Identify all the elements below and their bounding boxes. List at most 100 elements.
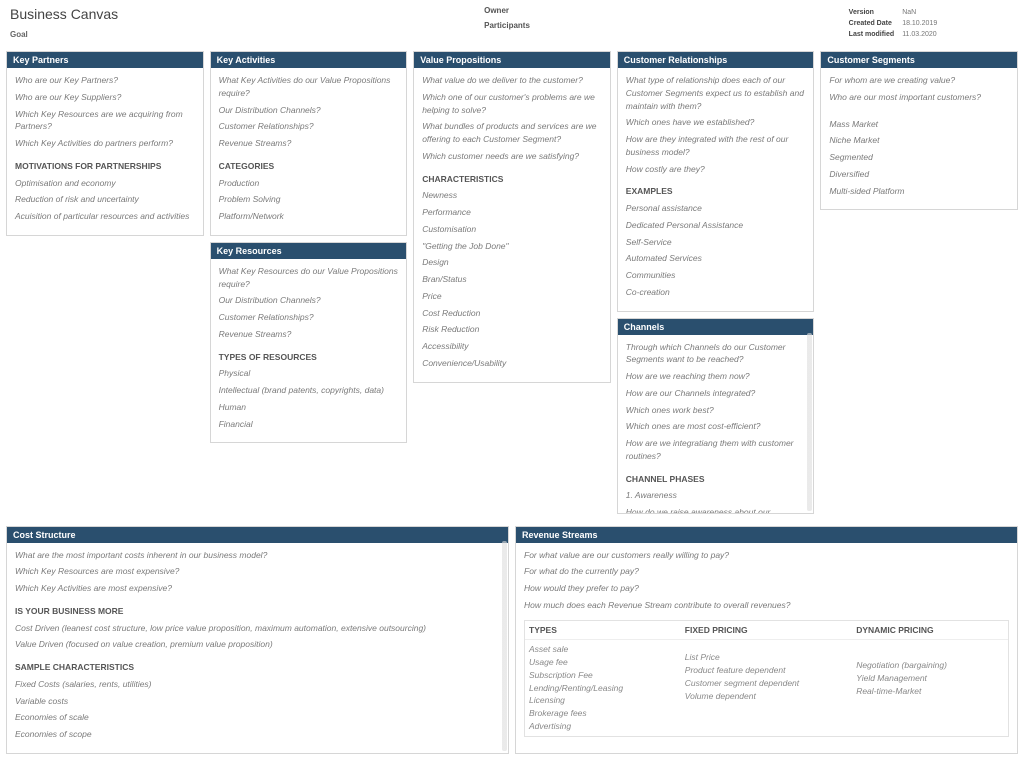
text: Our Distribution Channels? xyxy=(219,294,399,307)
text: Real-time-Market xyxy=(856,685,1004,698)
text: Segmented xyxy=(829,151,1009,164)
text: Brokerage fees xyxy=(529,707,677,720)
cell: Negotiation (bargaining) Yield Managemen… xyxy=(852,640,1008,735)
text: Accessibility xyxy=(422,340,602,353)
text: Revenue Streams? xyxy=(219,137,399,150)
text: Product feature dependent xyxy=(685,664,848,677)
subheading: MOTIVATIONS FOR PARTNERSHIPS xyxy=(15,160,195,173)
card-channels: Channels Through which Channels do our C… xyxy=(617,318,815,514)
card-body: What value do we deliver to the customer… xyxy=(414,68,610,382)
card-body: Through which Channels do our Customer S… xyxy=(618,335,814,514)
text: For what value are our customers really … xyxy=(524,549,1009,562)
text: Communities xyxy=(626,269,806,282)
text: Performance xyxy=(422,206,602,219)
text: Who are our Key Partners? xyxy=(15,74,195,87)
text: How are our Channels integrated? xyxy=(626,387,806,400)
text: Diversified xyxy=(829,168,1009,181)
header: Business Canvas Goal Owner Participants … xyxy=(0,0,1024,51)
text: Personal assistance xyxy=(626,202,806,215)
col-partners: Key Partners Who are our Key Partners? W… xyxy=(6,51,204,514)
owner-label: Owner xyxy=(484,6,847,15)
text: Economies of scale xyxy=(15,711,500,724)
text: Asset sale xyxy=(529,643,677,656)
subheading: TYPES OF RESOURCES xyxy=(219,351,399,364)
text: Customisation xyxy=(422,223,602,236)
text: Which ones have we established? xyxy=(626,116,806,129)
text: Self-Service xyxy=(626,236,806,249)
text: What Key Resources do our Value Proposit… xyxy=(219,265,399,291)
card-value-propositions: Value Propositions What value do we deli… xyxy=(413,51,611,383)
text: Financial xyxy=(219,418,399,431)
text: Acuisition of particular resources and a… xyxy=(15,210,195,223)
cell: Asset sale Usage fee Subscription Fee Le… xyxy=(525,640,681,735)
text: Who are our Key Suppliers? xyxy=(15,91,195,104)
subheading: CHANNEL PHASES xyxy=(626,473,806,486)
text: Platform/Network xyxy=(219,210,399,223)
text: What value do we deliver to the customer… xyxy=(422,74,602,87)
text: What are the most important costs inhere… xyxy=(15,549,500,562)
card-body: For whom are we creating value? Who are … xyxy=(821,68,1017,209)
text: Negotiation (bargaining) xyxy=(856,659,1004,672)
subheading: SAMPLE CHARACTERISTICS xyxy=(15,661,500,674)
card-title: Cost Structure xyxy=(7,527,508,543)
card-revenue-streams: Revenue Streams For what value are our c… xyxy=(515,526,1018,754)
text: Which Key Activities are most expensive? xyxy=(15,582,500,595)
text: Cost Driven (leanest cost structure, low… xyxy=(15,622,500,635)
text: Cost Reduction xyxy=(422,307,602,320)
card-cost-structure: Cost Structure What are the most importa… xyxy=(6,526,509,754)
card-key-resources: Key Resources What Key Resources do our … xyxy=(210,242,408,444)
text: Customer Relationships? xyxy=(219,311,399,324)
text: Value Driven (focused on value creation,… xyxy=(15,638,500,651)
header-meta: VersionNaN Created Date18.10.2019 Last m… xyxy=(847,6,1014,41)
text: Bran/Status xyxy=(422,273,602,286)
text: Economies of scope xyxy=(15,728,500,741)
text: Co-creation xyxy=(626,286,806,299)
header-left: Business Canvas Goal xyxy=(10,6,484,41)
text: Lending/Renting/Leasing xyxy=(529,682,677,695)
text: Intellectual (brand patents, copyrights,… xyxy=(219,384,399,397)
card-title: Value Propositions xyxy=(414,52,610,68)
text: Which ones are most cost-efficient? xyxy=(626,420,806,433)
subheading: CHARACTERISTICS xyxy=(422,173,602,186)
subheading: IS YOUR BUSINESS MORE xyxy=(15,605,500,618)
participants-label: Participants xyxy=(484,21,847,30)
page-title: Business Canvas xyxy=(10,6,484,22)
text: Licensing xyxy=(529,694,677,707)
text: Which Key Resources are we acquiring fro… xyxy=(15,108,195,134)
text: How costly are they? xyxy=(626,163,806,176)
text: Multi-sided Platform xyxy=(829,185,1009,198)
text: Convenience/Usability xyxy=(422,357,602,370)
col-relationships-channels: Customer Relationships What type of rela… xyxy=(617,51,815,514)
col-segments: Customer Segments For whom are we creati… xyxy=(820,51,1018,514)
text: List Price xyxy=(685,651,848,664)
card-key-activities: Key Activities What Key Activities do ou… xyxy=(210,51,408,236)
text: Which one of our customer's problems are… xyxy=(422,91,602,117)
card-title: Key Partners xyxy=(7,52,203,68)
card-body: What Key Activities do our Value Proposi… xyxy=(211,68,407,235)
text: How are we integratiang them with custom… xyxy=(626,437,806,463)
text: How are we reaching them now? xyxy=(626,370,806,383)
card-title: Channels xyxy=(618,319,814,335)
revenue-table: TYPES FIXED PRICING DYNAMIC PRICING Asse… xyxy=(524,620,1009,737)
text: For what do the currently pay? xyxy=(524,565,1009,578)
text: Dedicated Personal Assistance xyxy=(626,219,806,232)
card-title: Customer Relationships xyxy=(618,52,814,68)
text: What type of relationship does each of o… xyxy=(626,74,806,112)
text: Which customer needs are we satisfying? xyxy=(422,150,602,163)
col-activities-resources: Key Activities What Key Activities do ou… xyxy=(210,51,408,514)
text: Newness xyxy=(422,189,602,202)
card-title: Key Activities xyxy=(211,52,407,68)
text: Advertising xyxy=(529,720,677,733)
text: Variable costs xyxy=(15,695,500,708)
text: 1. Awareness xyxy=(626,489,806,502)
col-header: TYPES xyxy=(525,621,681,641)
card-title: Key Resources xyxy=(211,243,407,259)
card-key-partners: Key Partners Who are our Key Partners? W… xyxy=(6,51,204,236)
text: Volume dependent xyxy=(685,690,848,703)
text: Fixed Costs (salaries, rents, utilities) xyxy=(15,678,500,691)
goal-label: Goal xyxy=(10,30,484,39)
card-customer-relationships: Customer Relationships What type of rela… xyxy=(617,51,815,312)
text: Mass Market xyxy=(829,118,1009,131)
card-customer-segments: Customer Segments For whom are we creati… xyxy=(820,51,1018,210)
text: Through which Channels do our Customer S… xyxy=(626,341,806,367)
